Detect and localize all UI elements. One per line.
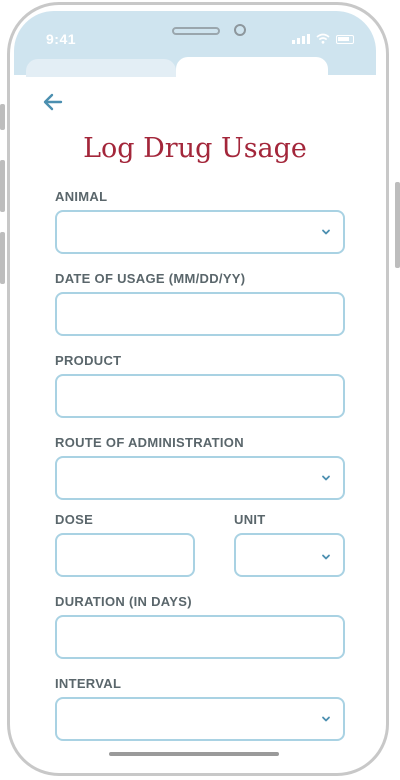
unit-label: UNIT (234, 512, 266, 527)
chevron-down-icon (322, 229, 330, 235)
interval-label: INTERVAL (55, 676, 122, 691)
side-button-power (395, 182, 400, 268)
status-time: 9:41 (46, 31, 77, 47)
side-button-volume-down (0, 232, 5, 284)
status-icons (292, 33, 354, 44)
date-input[interactable] (55, 292, 345, 336)
chevron-down-icon (322, 716, 330, 722)
signal-icon (292, 34, 310, 44)
arrow-left-icon[interactable] (40, 89, 66, 115)
page-title: Log Drug Usage (83, 133, 307, 164)
dose-label: DOSE (55, 512, 94, 527)
phone-screen: 9:41 Log Drug Usage ANIMAL DATE OF USAGE… (14, 11, 376, 763)
duration-input[interactable] (55, 615, 345, 659)
duration-label: DURATION (IN DAYS) (55, 594, 192, 609)
route-select[interactable] (55, 456, 345, 500)
home-indicator[interactable] (109, 752, 279, 756)
chevron-down-icon (322, 554, 330, 560)
dose-input[interactable] (55, 533, 195, 577)
route-label: ROUTE OF ADMINISTRATION (55, 435, 244, 450)
animal-label: ANIMAL (55, 189, 108, 204)
product-input[interactable] (55, 374, 345, 418)
wifi-icon (316, 33, 330, 44)
animal-select[interactable] (55, 210, 345, 254)
side-button-volume-up (0, 160, 5, 212)
status-bar: 9:41 (14, 11, 376, 79)
unit-select[interactable] (234, 533, 345, 577)
side-button-silent (0, 104, 5, 130)
mockup-stage: 9:41 Log Drug Usage ANIMAL DATE OF USAGE… (0, 0, 400, 780)
status-bar-tab-right (176, 57, 328, 79)
camera-icon (234, 24, 246, 36)
speaker-icon (172, 27, 220, 35)
chevron-down-icon (322, 475, 330, 481)
battery-icon (336, 35, 354, 44)
product-label: PRODUCT (55, 353, 122, 368)
interval-select[interactable] (55, 697, 345, 741)
status-bar-tab-left (26, 59, 176, 77)
date-label: DATE OF USAGE (MM/DD/YY) (55, 271, 246, 286)
